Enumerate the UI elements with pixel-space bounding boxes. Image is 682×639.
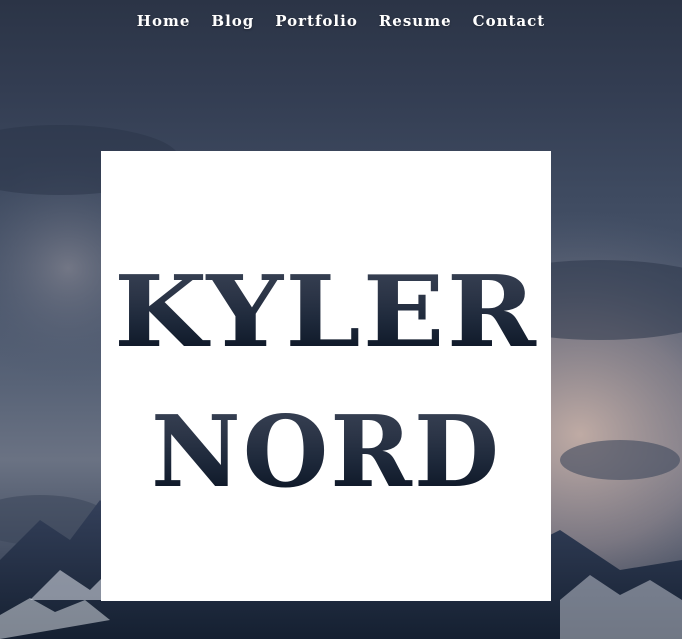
name-title-graphic: KYLER NORD [114, 255, 538, 510]
nav-home-link[interactable]: Home [137, 8, 191, 34]
nav-contact-link[interactable]: Contact [473, 8, 546, 34]
nav-resume-link[interactable]: Resume [379, 8, 452, 34]
nav-blog-link[interactable]: Blog [211, 8, 254, 34]
name-line-2: NORD [151, 395, 501, 510]
nav-portfolio-link[interactable]: Portfolio [275, 8, 358, 34]
name-line-1: KYLER [114, 255, 538, 370]
main-nav: Home Blog Portfolio Resume Contact [0, 8, 682, 34]
title-card: KYLER NORD [101, 151, 551, 601]
